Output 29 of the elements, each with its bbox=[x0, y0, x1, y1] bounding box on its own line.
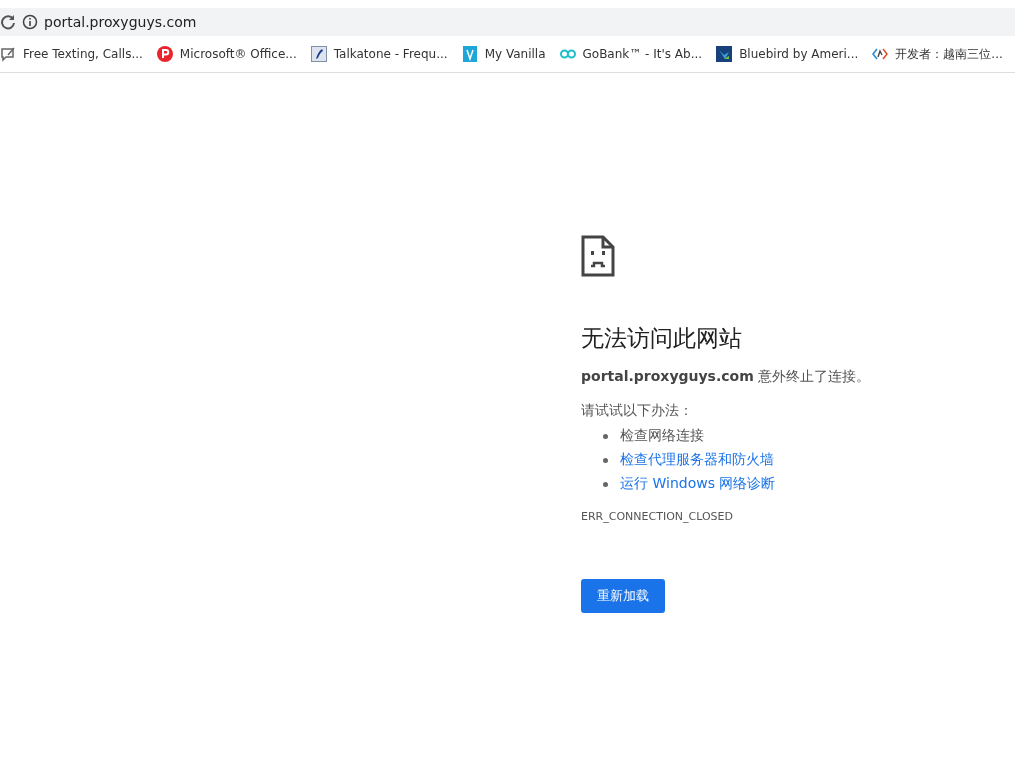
error-title: 无法访问此网站 bbox=[581, 324, 743, 353]
bookmark-link[interactable]: GoBank™ - It's Ab... bbox=[582, 47, 703, 61]
phone-icon bbox=[310, 46, 327, 62]
suggestions-heading: 请试试以下办法： bbox=[581, 402, 694, 420]
suggestion-link[interactable]: 运行 Windows 网络诊断 bbox=[620, 475, 776, 493]
bullet-icon bbox=[603, 481, 608, 487]
error-message: portal.proxyguys.com 意外终止了连接。 bbox=[581, 368, 872, 386]
bookmark-link[interactable]: Microsoft® Office... bbox=[179, 47, 297, 61]
chat-icon bbox=[0, 46, 16, 62]
reload-icon[interactable] bbox=[0, 14, 16, 30]
card-icon bbox=[461, 46, 478, 62]
suggestion-text: 检查网络连接 bbox=[620, 427, 704, 445]
bookmark-link[interactable]: 开发者：越南三位... bbox=[895, 45, 1003, 63]
bird-icon bbox=[716, 46, 733, 62]
error-code: ERR_CONNECTION_CLOSED bbox=[581, 510, 734, 523]
p-logo-icon bbox=[156, 46, 173, 62]
url-text: portal.proxyguys.com bbox=[44, 14, 197, 30]
info-icon[interactable] bbox=[22, 14, 38, 30]
suggestion-link[interactable]: 检查代理服务器和防火墙 bbox=[620, 451, 774, 469]
sad-page-icon bbox=[581, 235, 615, 277]
bookmark-link[interactable]: My Vanilla bbox=[484, 47, 546, 61]
bookmark-link[interactable]: Free Texting, Calls... bbox=[23, 47, 143, 61]
code-icon bbox=[872, 46, 889, 62]
bookmark-link[interactable]: Talkatone - Frequ... bbox=[333, 47, 448, 61]
reload-button[interactable]: 重新加载 bbox=[581, 579, 665, 613]
bullet-icon bbox=[603, 457, 608, 463]
bullet-icon bbox=[603, 433, 608, 439]
bookmark-link[interactable]: Bluebird by Ameri... bbox=[739, 47, 859, 61]
address-bar[interactable]: portal.proxyguys.com bbox=[0, 8, 1015, 36]
